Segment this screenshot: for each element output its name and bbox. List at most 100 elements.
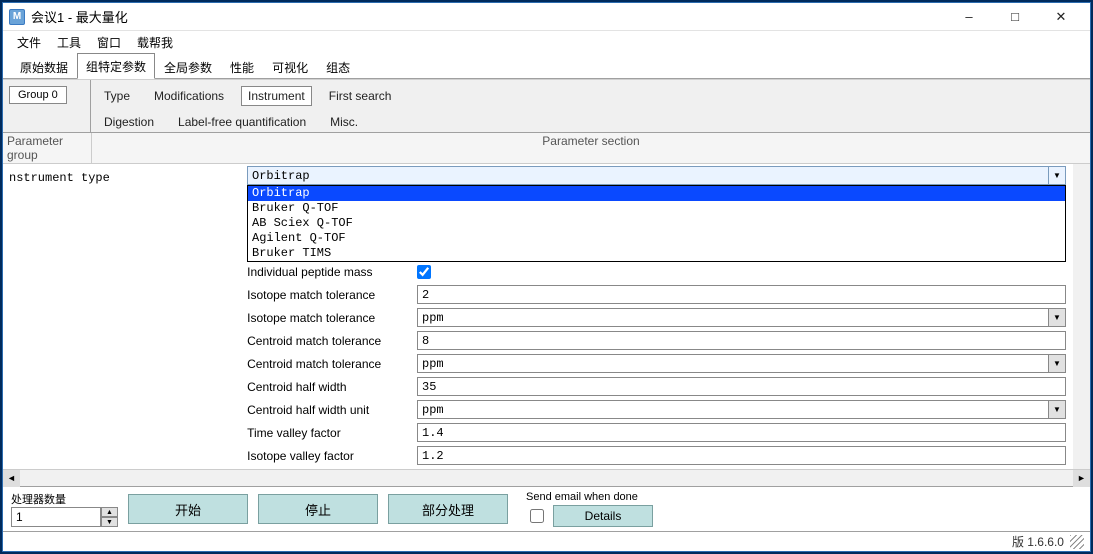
processor-count-label: 处理器数量 [11,491,118,507]
section-captions: Parameter group Parameter section [3,133,1090,164]
maximize-button[interactable]: □ [992,3,1038,31]
param-row: Isotope match tolerance [3,283,1090,306]
menu-tools[interactable]: 工具 [57,34,81,51]
tab-group-specific[interactable]: 组特定参数 [77,53,155,79]
instrument-option[interactable]: AB Sciex Q-TOF [248,216,1065,231]
menubar: 文件 工具 窗口 载帮我 [3,31,1090,53]
vertical-scrollbar[interactable] [1073,164,1090,469]
main-tabstrip: 原始数据 组特定参数 全局参数 性能 可视化 组态 [3,53,1090,79]
section-tabs: Type Modifications Instrument First sear… [91,80,1090,132]
param-label: Centroid half width unit [241,403,417,417]
param-row: Centroid match toleranceppm▼ [3,352,1090,375]
send-email-checkbox[interactable] [530,509,544,523]
instrument-option[interactable]: Bruker Q-TOF [248,201,1065,216]
start-button[interactable]: 开始 [128,494,248,524]
chevron-down-icon: ▼ [1048,167,1065,184]
version-label: 版 1.6.6.0 [1012,533,1064,550]
status-bar: 版 1.6.6.0 [3,531,1090,551]
section-tab-type[interactable]: Type [97,86,137,106]
param-row: Centroid match tolerance [3,329,1090,352]
params-area: nstrument type Orbitrap ▼ Orbitrap Bruke… [3,164,1090,469]
section-tab-misc[interactable]: Misc. [323,112,365,132]
tab-global[interactable]: 全局参数 [155,54,221,79]
param-group-caption: Parameter group [3,133,91,163]
content-area: nstrument type Orbitrap ▼ Orbitrap Bruke… [3,164,1090,486]
param-input[interactable] [417,285,1066,304]
param-select-value: ppm [418,357,1048,371]
param-label: Isotope match tolerance [241,311,417,325]
param-row: Centroid half width unitppm▼ [3,398,1090,421]
param-row: Isotope time correlation [3,467,1090,469]
param-select[interactable]: ppm▼ [417,308,1066,327]
resize-grip-icon[interactable] [1070,535,1084,549]
param-select-value: ppm [418,403,1048,417]
instrument-type-value: Orbitrap [248,169,1048,183]
params-list: Individual peptide mass Isotope match tol… [3,260,1090,469]
chevron-down-icon: ▼ [1048,401,1065,418]
tab-config[interactable]: 组态 [317,54,359,79]
spin-up-icon[interactable]: ▲ [101,507,118,517]
group-button[interactable]: Group 0 [9,86,67,104]
param-select-value: ppm [418,311,1048,325]
param-row: Time valley factor [3,421,1090,444]
param-section-caption: Parameter section [91,133,1090,163]
chevron-down-icon: ▼ [1048,355,1065,372]
send-email-label: Send email when done [526,491,653,503]
param-input[interactable] [417,377,1066,396]
menu-file[interactable]: 文件 [17,34,41,51]
param-row: Centroid half width [3,375,1090,398]
spin-buttons[interactable]: ▲ ▼ [101,507,118,527]
param-checkbox[interactable] [417,265,431,279]
section-row: Group 0 Type Modifications Instrument Fi… [3,79,1090,133]
instrument-type-select[interactable]: Orbitrap ▼ Orbitrap Bruker Q-TOF AB Scie… [247,166,1066,185]
processor-count-stepper[interactable]: ▲ ▼ [11,507,118,527]
processor-count-group: 处理器数量 ▲ ▼ [11,491,118,527]
window-title: 会议1 - 最大量化 [31,7,128,26]
param-label: Isotope match tolerance [241,288,417,302]
param-label: Centroid match tolerance [241,357,417,371]
scroll-left-icon[interactable]: ◄ [3,470,20,487]
menu-help[interactable]: 载帮我 [137,34,173,51]
stop-button[interactable]: 停止 [258,494,378,524]
param-select[interactable]: ppm▼ [417,400,1066,419]
param-label: Time valley factor [241,426,417,440]
partial-button[interactable]: 部分处理 [388,494,508,524]
section-tab-digestion[interactable]: Digestion [97,112,161,132]
param-input[interactable] [417,423,1066,442]
spin-down-icon[interactable]: ▼ [101,517,118,527]
instrument-option[interactable]: Bruker TIMS [248,246,1065,261]
section-tab-lfq[interactable]: Label-free quantification [171,112,313,132]
titlebar: M 会议1 - 最大量化 – □ ✕ [3,3,1090,31]
app-window: M 会议1 - 最大量化 – □ ✕ 文件 工具 窗口 载帮我 原始数据 组特定… [2,2,1091,552]
param-label: Individual peptide mass [241,265,417,279]
param-input[interactable] [417,331,1066,350]
param-label: Centroid half width [241,380,417,394]
details-button[interactable]: Details [553,505,653,527]
tab-viz[interactable]: 可视化 [263,54,317,79]
instrument-type-label: nstrument type [3,171,247,185]
instrument-type-dropdown[interactable]: Orbitrap Bruker Q-TOF AB Sciex Q-TOF Agi… [247,185,1066,262]
param-select[interactable]: ppm▼ [417,354,1066,373]
scroll-right-icon[interactable]: ► [1073,470,1090,487]
param-row: Isotope match toleranceppm▼ [3,306,1090,329]
tab-rawdata[interactable]: 原始数据 [11,54,77,79]
app-icon: M [9,9,25,25]
param-row: Individual peptide mass [3,260,1090,283]
param-row: Isotope valley factor [3,444,1090,467]
instrument-option[interactable]: Orbitrap [248,186,1065,201]
processor-count-input[interactable] [11,507,101,527]
tab-perf[interactable]: 性能 [221,54,263,79]
param-input[interactable] [417,446,1066,465]
instrument-option[interactable]: Agilent Q-TOF [248,231,1065,246]
section-tab-modifications[interactable]: Modifications [147,86,231,106]
horizontal-scrollbar[interactable]: ◄ ► [3,469,1090,486]
minimize-button[interactable]: – [946,3,992,31]
section-tab-instrument[interactable]: Instrument [241,86,312,106]
menu-window[interactable]: 窗口 [97,34,121,51]
param-label: Isotope valley factor [241,449,417,463]
param-group-cell: Group 0 [3,80,91,132]
close-button[interactable]: ✕ [1038,3,1084,31]
window-controls: – □ ✕ [946,3,1084,31]
email-group: Send email when done Details [526,491,653,527]
section-tab-firstsearch[interactable]: First search [322,86,399,106]
